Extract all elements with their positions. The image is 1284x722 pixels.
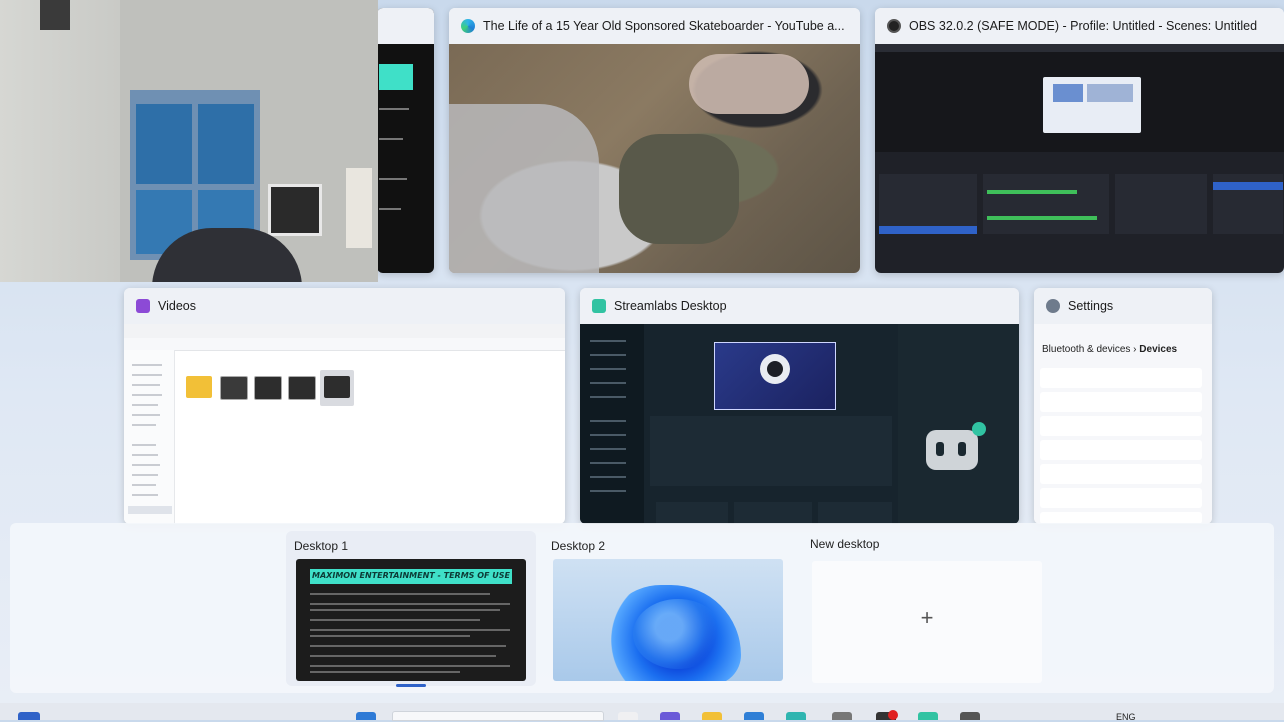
window-titlebar: Settings: [1034, 288, 1212, 324]
desktop-label: New desktop: [810, 537, 880, 551]
window-titlebar: OBS 32.0.2 (SAFE MODE) - Profile: Untitl…: [875, 8, 1284, 44]
app-icon[interactable]: [960, 712, 980, 720]
settings-breadcrumb: Bluetooth & devices › Devices: [1042, 344, 1177, 355]
notification-dot: [888, 710, 898, 720]
window-title: Settings: [1068, 299, 1114, 313]
videos-app-icon: [136, 299, 150, 313]
folder-icon[interactable]: [702, 712, 722, 720]
windows-start-icon[interactable]: [356, 712, 376, 720]
app-icon[interactable]: [660, 712, 680, 720]
obs-preview: [875, 44, 1284, 273]
desktop-2-thumbnail: [553, 559, 783, 681]
window-card-videos[interactable]: Videos: [124, 288, 565, 524]
app-icon[interactable]: [744, 712, 764, 720]
desktop-label: Desktop 2: [551, 539, 606, 553]
terms-banner: MAXIMON ENTERTAINMENT - TERMS OF USE: [312, 571, 510, 580]
window-title: Streamlabs Desktop: [614, 299, 727, 313]
gear-icon: [1046, 299, 1060, 313]
desktop-1-tile[interactable]: Desktop 1 MAXIMON ENTERTAINMENT - TERMS …: [286, 531, 536, 686]
desktop-2-tile[interactable]: Desktop 2: [543, 531, 793, 686]
window-titlebar: Streamlabs Desktop: [580, 288, 1019, 324]
window-card-obs[interactable]: OBS 32.0.2 (SAFE MODE) - Profile: Untitl…: [875, 8, 1284, 273]
streamlabs-preview: [580, 324, 1019, 524]
edge-icon: [461, 19, 475, 33]
desktop-label: Desktop 1: [294, 539, 349, 553]
virtual-desktops-bar: Desktop 1 MAXIMON ENTERTAINMENT - TERMS …: [10, 523, 1274, 693]
plus-icon: +: [920, 605, 934, 630]
desktop-1-thumbnail: MAXIMON ENTERTAINMENT - TERMS OF USE: [296, 559, 526, 681]
window-title: Videos: [158, 299, 196, 313]
video-preview: [449, 44, 860, 273]
new-desktop-button[interactable]: +: [812, 561, 1042, 683]
taskbar: ENG: [0, 703, 1284, 722]
explorer-preview: [124, 324, 565, 524]
webcam-overlay: [0, 0, 378, 282]
streamlabs-icon: [592, 299, 606, 313]
window-title: The Life of a 15 Year Old Sponsored Skat…: [483, 19, 845, 33]
edge-icon[interactable]: [786, 712, 806, 720]
settings-preview: Bluetooth & devices › Devices: [1034, 324, 1212, 524]
new-desktop-tile[interactable]: New desktop +: [802, 531, 1052, 686]
breadcrumb-current: Devices: [1139, 344, 1178, 355]
obs-icon: [887, 19, 901, 33]
breadcrumb-separator: ›: [1133, 344, 1137, 355]
language-indicator[interactable]: ENG: [1116, 712, 1136, 722]
window-card-youtube[interactable]: The Life of a 15 Year Old Sponsored Skat…: [449, 8, 860, 273]
window-card-settings[interactable]: Settings Bluetooth & devices › Devices: [1034, 288, 1212, 524]
window-titlebar: The Life of a 15 Year Old Sponsored Skat…: [449, 8, 860, 44]
window-titlebar: Videos: [124, 288, 565, 324]
app-icon[interactable]: [618, 712, 638, 720]
streamlabs-icon[interactable]: [918, 712, 938, 720]
window-card-hidden[interactable]: [377, 8, 434, 273]
active-desktop-indicator: [396, 684, 426, 687]
window-card-streamlabs[interactable]: Streamlabs Desktop: [580, 288, 1019, 524]
task-view-icon[interactable]: [18, 712, 40, 720]
breadcrumb-parent: Bluetooth & devices: [1042, 344, 1131, 355]
app-icon[interactable]: [832, 712, 852, 720]
window-title: OBS 32.0.2 (SAFE MODE) - Profile: Untitl…: [909, 19, 1258, 33]
